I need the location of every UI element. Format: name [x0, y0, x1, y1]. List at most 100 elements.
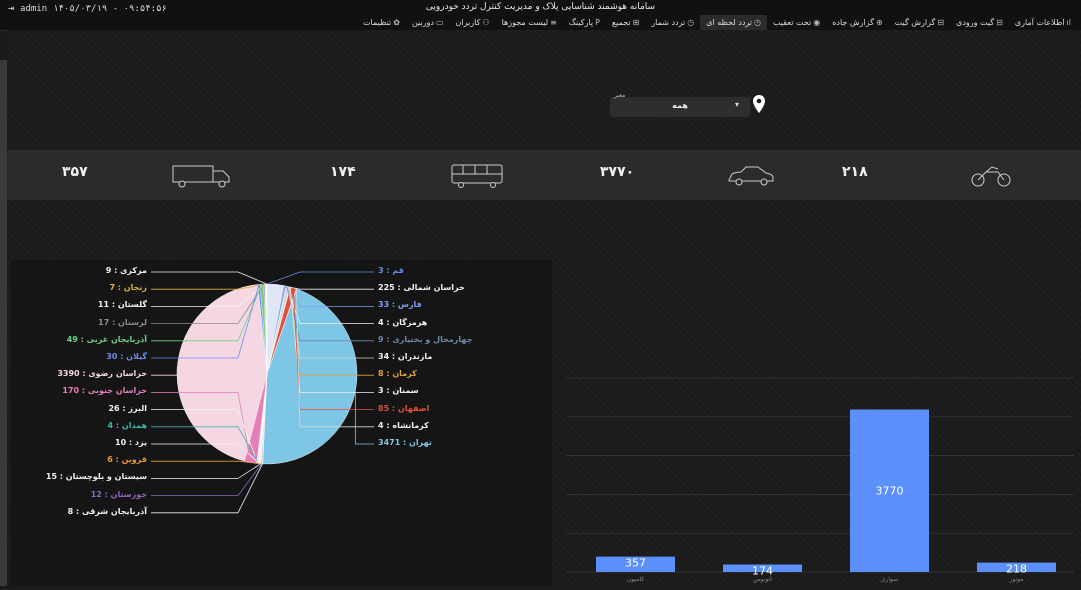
pie-label: البرز : 26 — [108, 404, 147, 413]
pie-label: خراسان رضوی : 3390 — [57, 369, 147, 378]
users-icon: ⚇ — [482, 15, 489, 30]
pie-label: لرستان : 17 — [98, 318, 147, 327]
nav-item-label: تجمیع — [612, 15, 631, 30]
pie-label: اصفهان : 85 — [378, 404, 429, 413]
nav-item-label: گزارش گیت — [895, 15, 936, 30]
session-info: ⇥ admin ۱۴۰۵/۰۳/۱۹ - ۰۹:۵۴:۵۶ — [8, 3, 167, 14]
grid-icon: ⊞ — [633, 15, 640, 30]
pie-label: سمنان : 3 — [378, 386, 419, 395]
nav-item-clock[interactable]: ◷تردد لحظه ای — [700, 15, 767, 30]
pie-label: هرمزگان : 4 — [378, 318, 427, 327]
bar-category-label: کامیون — [627, 576, 644, 583]
nav-item-alert[interactable]: ◉تحت تعقیب — [767, 15, 826, 30]
bar-value-label: 357 — [625, 557, 646, 570]
pie-label: زنجان : 7 — [109, 283, 147, 292]
pie-label: آذربایجان شرقی : 8 — [68, 507, 147, 516]
bar-category-label: سواری — [881, 576, 898, 583]
road-icon: ⊕ — [876, 15, 883, 30]
pie-label: کرمانشاه : 4 — [378, 421, 429, 430]
province-pie-panel: قم : 3 خراسان شمالی : 225 فارس : 33 هرمزگان… — [10, 260, 552, 586]
bar-value-label: 218 — [1006, 563, 1027, 576]
vehicle-stats-bar — [7, 150, 1081, 200]
nav-item-label: کاربران — [456, 15, 481, 30]
route-filter-label: معبر — [614, 92, 625, 99]
chart-icon: ıl — [1067, 15, 1071, 30]
pie-leader-line — [267, 272, 374, 284]
nav-item-label: تنظیمات — [363, 15, 391, 30]
nav-item-chart[interactable]: ılاطلاعات آماری — [1009, 15, 1077, 30]
nav-item-label: اطلاعات آماری — [1015, 15, 1065, 30]
car-icon — [726, 165, 776, 187]
nav-item-label: تحت تعقیب — [773, 15, 811, 30]
list-icon: ≡ — [550, 15, 557, 30]
nav-item-road[interactable]: ⊕گزارش جاده — [826, 15, 888, 30]
motorcycle-icon — [970, 164, 1012, 188]
vehicle-bar-chart: 357کامیون174اتوبوس3770سواری218موتور — [556, 260, 1081, 586]
counter-icon: ◷ — [687, 15, 694, 30]
datetime: ۱۴۰۵/۰۳/۱۹ - ۰۹:۵۴:۵۶ — [53, 4, 167, 14]
truck-count: ۳۵۷ — [62, 164, 88, 180]
camera-icon: ▭ — [436, 15, 444, 30]
location-pin-icon[interactable] — [752, 95, 766, 113]
bus-icon — [451, 164, 503, 188]
pie-leader-line — [151, 272, 267, 284]
logout-icon[interactable]: ⇥ — [8, 3, 14, 14]
nav-item-gear[interactable]: ✿تنظیمات — [357, 15, 406, 30]
pie-label: آذربایجان غربی : 49 — [67, 335, 147, 344]
nav-item-gate[interactable]: ⊟گیت ورودی — [950, 15, 1009, 30]
nav-item-label: گیت ورودی — [956, 15, 994, 30]
bar-value-label: 3770 — [876, 485, 904, 498]
pie-leader-line — [151, 461, 260, 464]
report-icon: ⊟ — [937, 15, 944, 30]
bar-category-label: موتور — [1009, 576, 1024, 583]
pie-label: تهران : 3471 — [378, 438, 432, 447]
pie-label: چهارمحال و بختیاری : 9 — [378, 335, 472, 344]
nav-item-label: لیست مجوزها — [502, 15, 549, 30]
nav-item-grid[interactable]: ⊞تجمیع — [606, 15, 645, 30]
motorcycle-count: ۲۱۸ — [842, 164, 868, 180]
pie-leader-line — [151, 464, 262, 496]
nav-item-report[interactable]: ⊟گزارش گیت — [889, 15, 950, 30]
gate-icon: ⊟ — [996, 15, 1003, 30]
pie-label: مرکزی : 9 — [106, 266, 147, 275]
nav-item-list[interactable]: ≡لیست مجوزها — [496, 15, 563, 30]
side-scroll-strip — [0, 60, 7, 586]
clock-icon: ◷ — [754, 15, 761, 30]
pie-label: گیلان : 30 — [106, 352, 147, 361]
main-nav: ılاطلاعات آماری⊟گیت ورودی⊟گزارش گیت⊕گزار… — [357, 15, 1077, 30]
vehicle-bar-panel: 357کامیون174اتوبوس3770سواری218موتور — [556, 260, 1081, 586]
pie-leader-line — [151, 464, 261, 479]
pie-label: سیستان و بلوچستان : 15 — [46, 472, 147, 481]
pie-label: قم : 3 — [378, 266, 404, 275]
parking-icon: P — [595, 15, 600, 30]
pie-label: خراسان شمالی : 225 — [378, 283, 465, 292]
nav-item-label: تردد لحظه ای — [706, 15, 752, 30]
nav-item-label: دوربین — [412, 15, 434, 30]
nav-item-users[interactable]: ⚇کاربران — [450, 15, 496, 30]
pie-label: خوزستان : 12 — [91, 490, 147, 499]
pie-label: فارس : 33 — [378, 300, 422, 309]
nav-item-counter[interactable]: ◷تردد شمار — [645, 15, 700, 30]
pie-label: کرمان : 8 — [378, 369, 417, 378]
title-bar: سامانه هوشمند شناسایی پلاک و مدیریت کنتر… — [0, 0, 1081, 31]
pie-label: یزد : 10 — [115, 438, 147, 447]
gear-icon: ✿ — [393, 15, 400, 30]
nav-item-parking[interactable]: Pپارکینگ — [563, 15, 606, 30]
pie-leader-line — [151, 367, 177, 375]
nav-item-camera[interactable]: ▭دوربین — [406, 15, 450, 30]
province-pie-chart — [10, 260, 552, 586]
pie-label: خراسان جنوبی : 170 — [62, 386, 147, 395]
username: admin — [20, 4, 47, 14]
chevron-down-icon[interactable]: ▾ — [735, 100, 739, 109]
pie-label: گلستان : 11 — [98, 300, 147, 309]
nav-item-label: تردد شمار — [651, 15, 685, 30]
truck-icon — [172, 164, 232, 188]
bar-category-label: اتوبوس — [753, 576, 772, 583]
nav-item-label: پارکینگ — [569, 15, 593, 30]
route-filter-value: همه — [610, 101, 750, 110]
pie-label: همدان : 4 — [108, 421, 147, 430]
pie-label: قزوین : 6 — [107, 455, 147, 464]
nav-item-label: گزارش جاده — [832, 15, 874, 30]
alert-icon: ◉ — [813, 15, 820, 30]
pie-leader-line — [355, 391, 374, 444]
